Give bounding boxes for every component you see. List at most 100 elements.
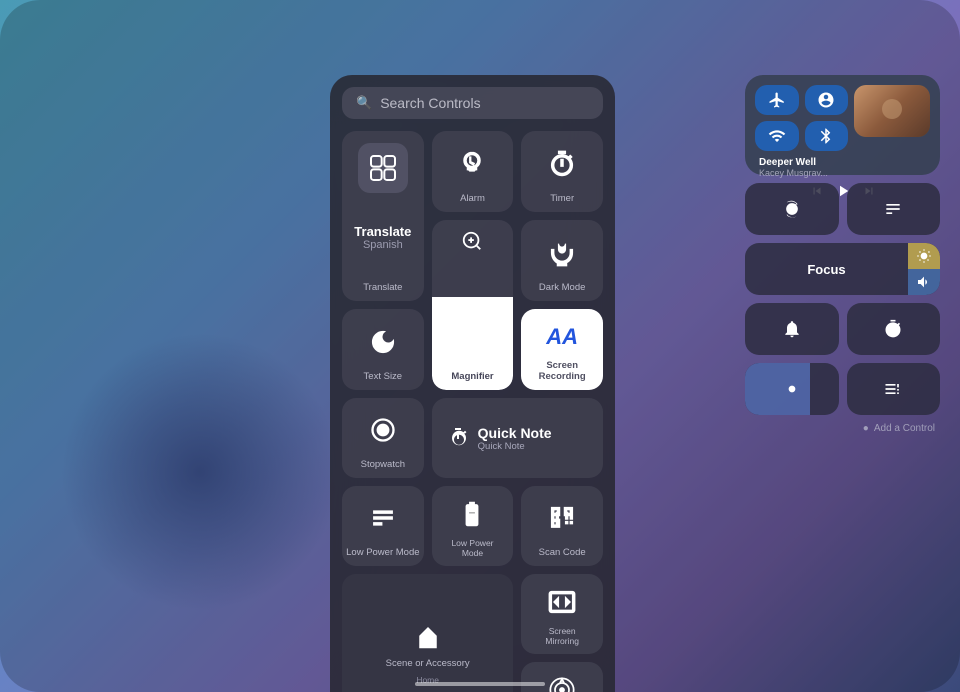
quick-note-icon	[369, 504, 397, 532]
dark-mode-icon-area	[346, 317, 420, 367]
translate-icon-area	[358, 143, 408, 193]
voice-memo-icon-area	[525, 228, 599, 278]
focus-main-btn[interactable]: Focus	[745, 243, 908, 295]
home-accessory-control[interactable]: Scene or Accessory Home	[342, 574, 513, 692]
timer-right-btn[interactable]	[847, 303, 941, 355]
screen-recording-control[interactable]: Stopwatch	[342, 398, 424, 478]
controls-grid: Translate Spanish Translate Alarm	[342, 131, 603, 692]
media-top-row	[755, 85, 930, 151]
alarm-label: Alarm	[460, 193, 485, 204]
stopwatch-icon-area	[446, 426, 470, 450]
quick-note-control[interactable]: Low Power Mode	[342, 486, 424, 566]
add-control-dot: ●	[863, 423, 869, 434]
media-title: Deeper Well	[759, 157, 930, 168]
brightness-slider-btn[interactable]	[745, 363, 839, 415]
recognize-music-icon	[548, 676, 576, 692]
brightness-icon	[784, 381, 800, 397]
timer-control[interactable]: Timer	[521, 131, 603, 212]
focus-right-btns	[908, 243, 940, 295]
search-bar[interactable]: 🔍 Search Controls	[342, 87, 603, 119]
timer-icon	[548, 150, 576, 178]
stopwatch-control[interactable]: Quick Note Quick Note	[432, 398, 603, 478]
voice-memo-control[interactable]: Dark Mode	[521, 220, 603, 301]
add-control-row: ● Add a Control	[745, 423, 940, 434]
right-panel: Deeper Well Kacey Musgrav...	[745, 75, 940, 434]
scan-code-control[interactable]: Scan Code	[521, 486, 603, 566]
brightness-fill	[745, 363, 810, 415]
stopwatch-text-area: Quick Note Quick Note	[478, 425, 552, 452]
connectivity-grid	[755, 85, 848, 151]
dark-mode-control[interactable]: Text Size	[342, 309, 424, 390]
scan-code-icon	[548, 504, 576, 532]
focus-volume-btn[interactable]	[908, 269, 940, 295]
focus-row: Focus	[745, 243, 940, 295]
timer-icon-area	[525, 139, 599, 189]
screen-mirror-btn[interactable]	[847, 183, 941, 235]
voice-memo-icon	[548, 239, 576, 267]
low-power-control[interactable]: Low PowerMode	[432, 486, 514, 566]
home-icon-area	[413, 622, 443, 652]
quick-note-icon-area	[346, 494, 420, 543]
magnifier-icon	[461, 230, 483, 252]
toggle-row	[745, 183, 940, 235]
low-power-icon-area	[436, 494, 510, 534]
timer-right-icon	[883, 319, 903, 339]
media-artist: Kacey Musgrav...	[759, 168, 930, 178]
text-size-control[interactable]: AA Screen Recording	[521, 309, 603, 390]
magnifier-label: Magnifier	[451, 371, 493, 382]
screen-mirroring-label: ScreenMirroring	[545, 626, 579, 646]
notes-btn[interactable]	[847, 363, 941, 415]
recognize-music-control[interactable]: RecognizeMusic	[521, 662, 603, 692]
translate-label: Translate	[363, 282, 402, 293]
alarm-control[interactable]: Alarm	[432, 131, 514, 212]
translate-control[interactable]: Translate Spanish Translate	[342, 131, 424, 301]
focus-label: Focus	[807, 262, 845, 277]
translate-icon	[367, 152, 399, 184]
screen-mirror-icon	[883, 199, 903, 219]
lock-rotation-icon	[782, 199, 802, 219]
bell-icon	[782, 319, 802, 339]
wifi-btn[interactable]	[755, 121, 799, 151]
low-power-icon	[458, 500, 486, 528]
bottom-right-row	[745, 303, 940, 355]
control-center-panel: 🔍 Search Controls Translate Spanish	[330, 75, 615, 692]
album-art-person	[854, 85, 930, 137]
scan-code-icon-area	[525, 494, 599, 543]
dark-mode-label: Text Size	[364, 371, 403, 382]
dark-mode-icon	[369, 328, 397, 356]
sun-icon	[916, 248, 932, 264]
text-size-icon: AA	[546, 326, 578, 348]
bg-decoration	[60, 332, 340, 612]
airplane-mode-btn[interactable]	[755, 85, 799, 115]
screen-mirroring-icon	[548, 588, 576, 616]
magnifier-slider-control[interactable]: Magnifier	[432, 220, 514, 390]
stopwatch-icon	[446, 426, 470, 450]
recognize-music-icon-area	[525, 670, 599, 692]
screen-recording-icon-area	[346, 406, 420, 455]
screen-mirroring-icon-area	[525, 582, 599, 622]
stopwatch-sublabel: Quick Note	[478, 441, 552, 452]
add-control-label[interactable]: Add a Control	[874, 423, 935, 434]
home-icon	[413, 622, 443, 652]
airdrop-icon	[817, 91, 835, 109]
alarm-icon	[458, 150, 486, 178]
screen-mirroring-control[interactable]: ScreenMirroring	[521, 574, 603, 654]
scan-code-label: Scan Code	[539, 547, 586, 558]
search-icon: 🔍	[356, 95, 372, 111]
silent-mode-btn[interactable]	[745, 303, 839, 355]
quick-note-label: Low Power Mode	[346, 547, 419, 558]
airdrop-btn[interactable]	[805, 85, 849, 115]
bluetooth-btn[interactable]	[805, 121, 849, 151]
album-art	[854, 85, 930, 137]
text-size-icon-area: AA	[525, 317, 599, 356]
notes-icon	[883, 379, 903, 399]
focus-sun-btn[interactable]	[908, 243, 940, 269]
stopwatch-name: Quick Note	[478, 425, 552, 441]
search-input[interactable]: Search Controls	[380, 95, 480, 111]
ipad-frame: 🔍 Search Controls Translate Spanish	[0, 0, 960, 692]
voice-memo-label: Dark Mode	[539, 282, 585, 293]
wifi-icon	[768, 127, 786, 145]
screen-recording-icon	[369, 416, 397, 444]
album-art-image	[854, 85, 930, 137]
lock-rotation-btn[interactable]	[745, 183, 839, 235]
